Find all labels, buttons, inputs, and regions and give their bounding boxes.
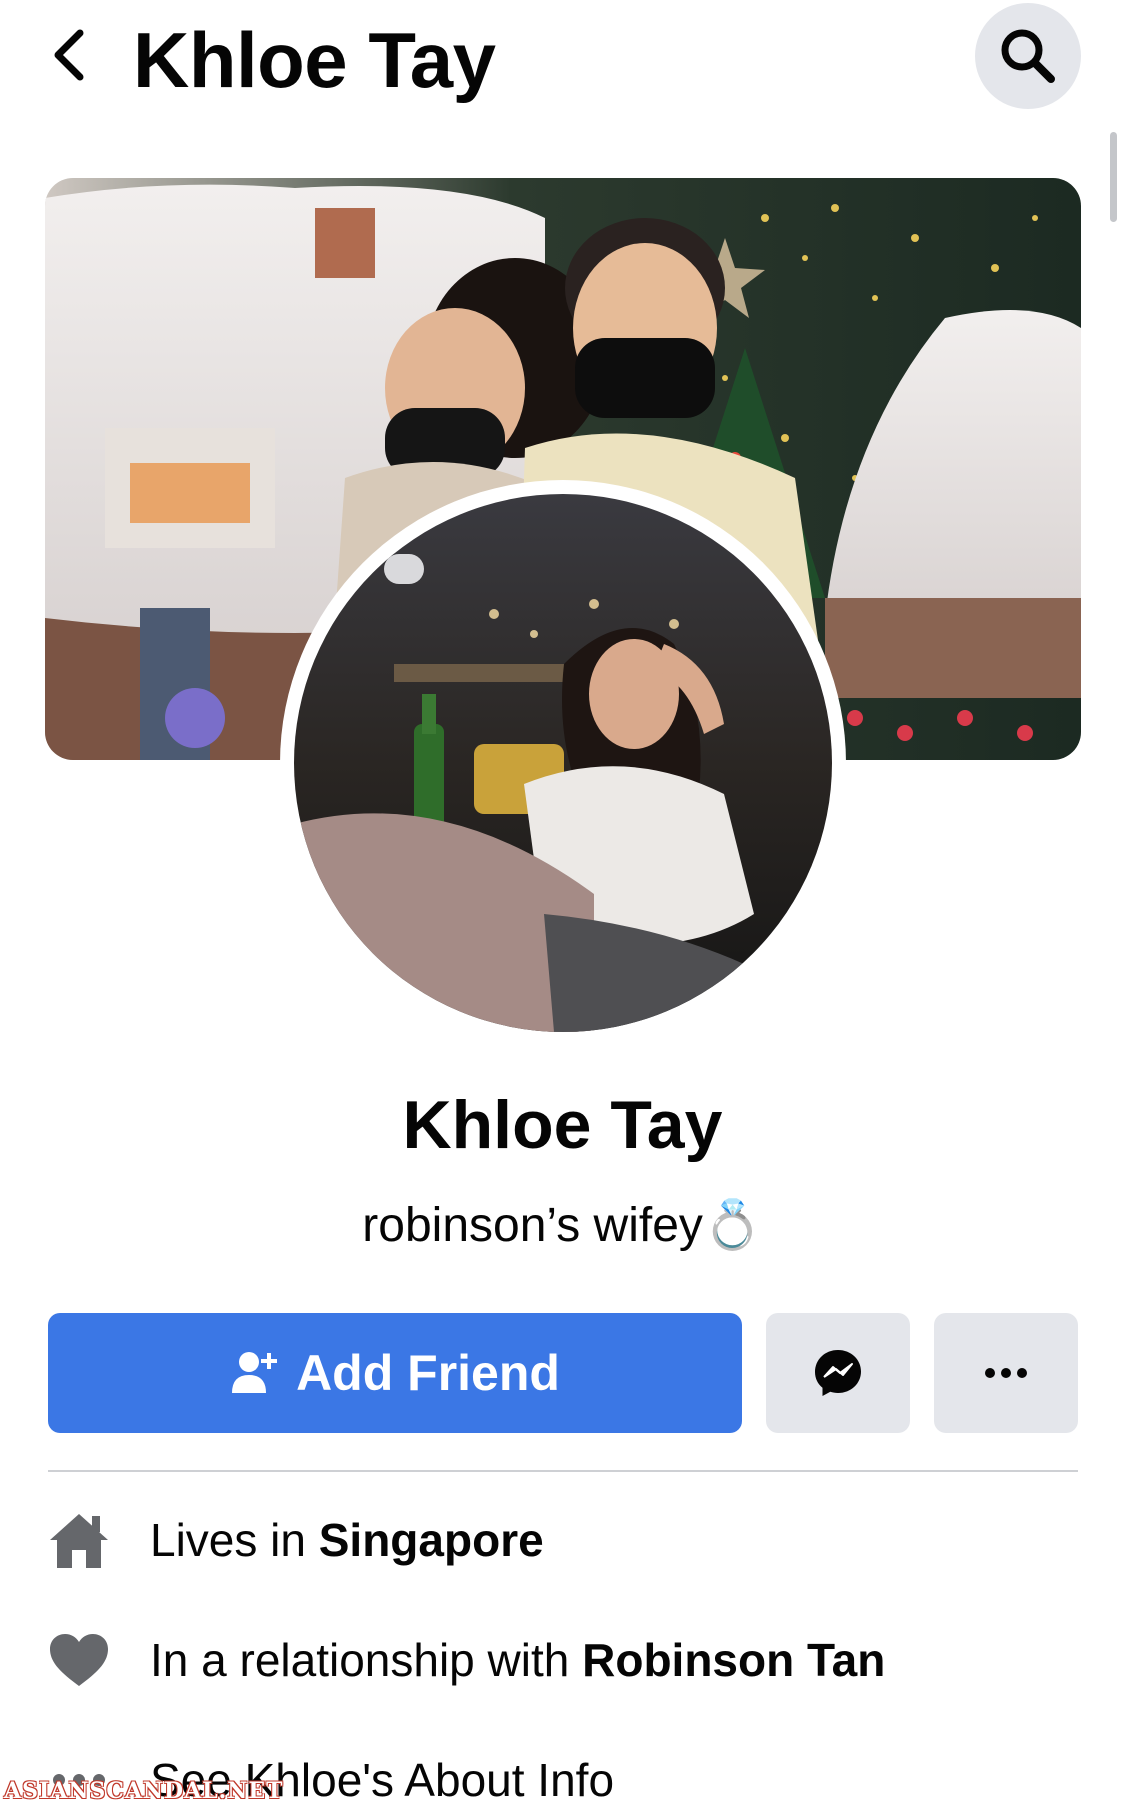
page-title: Khloe Tay — [133, 16, 496, 104]
scrollbar[interactable] — [1110, 132, 1117, 222]
add-person-icon — [232, 1352, 278, 1393]
profile-bio: robinson’s wifey💍 — [362, 1199, 763, 1252]
lives-prefix: Lives in — [150, 1514, 319, 1566]
back-button[interactable] — [40, 22, 96, 88]
divider — [48, 1470, 1078, 1472]
more-horizontal-icon — [985, 1368, 1027, 1378]
profile-page: Khloe Tay Khloe Tay robinson’s wifey💍 Ad… — [0, 0, 1125, 1817]
info-relationship: In a relationship with Robinson Tan — [48, 1620, 1088, 1700]
home-icon — [48, 1509, 110, 1571]
more-options-button[interactable] — [934, 1313, 1078, 1433]
heart-icon — [48, 1629, 110, 1691]
profile-name: Khloe Tay — [402, 1087, 723, 1163]
lives-location[interactable]: Singapore — [319, 1514, 544, 1566]
add-friend-label: Add Friend — [296, 1345, 560, 1401]
message-button[interactable] — [766, 1313, 910, 1433]
chevron-left-icon — [54, 29, 84, 81]
watermark: ASIANSCANDAL.NET — [4, 1778, 284, 1804]
relationship-prefix: In a relationship with — [150, 1634, 583, 1686]
search-button[interactable] — [975, 3, 1081, 109]
add-friend-button[interactable]: Add Friend — [48, 1313, 742, 1433]
search-icon — [1001, 29, 1055, 83]
top-bar: Khloe Tay — [0, 0, 1125, 120]
relationship-partner[interactable]: Robinson Tan — [582, 1634, 885, 1686]
messenger-icon — [815, 1350, 861, 1396]
profile-photo-image — [294, 494, 832, 1032]
profile-photo[interactable] — [280, 480, 846, 1046]
info-lives-in: Lives in Singapore — [48, 1500, 1088, 1580]
